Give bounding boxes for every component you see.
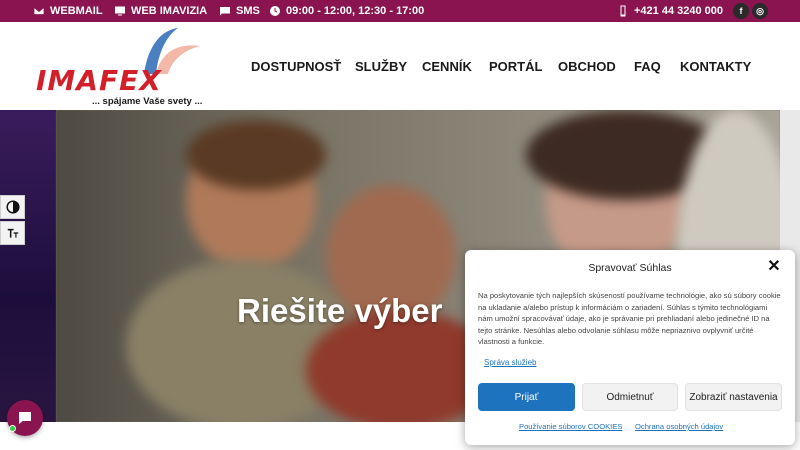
contrast-toggle-button[interactable] (0, 195, 25, 219)
contrast-icon (5, 200, 20, 214)
chat-icon (19, 412, 31, 424)
webmail-link[interactable]: WEBMAIL (33, 0, 103, 22)
text-size-icon (7, 228, 18, 238)
manage-services-link[interactable]: Správa služieb (484, 358, 536, 367)
hero-side-panel (0, 110, 56, 422)
facebook-icon[interactable]: f (733, 3, 749, 19)
nav-cennik[interactable]: CENNÍK (422, 59, 472, 74)
opening-hours: 09:00 - 12:00, 12:30 - 17:00 (269, 0, 424, 22)
deny-button[interactable]: Odmietnuť (582, 383, 678, 411)
logo-text: IMAFEX (36, 64, 162, 97)
envelope-icon (33, 7, 45, 15)
imafex-logo[interactable]: IMAFEX ... spájame Vaše svety ... (36, 24, 216, 108)
phone-label: +421 44 3240 000 (634, 5, 724, 17)
privacy-policy-link[interactable]: Ochrana osobných údajov (635, 422, 723, 431)
nav-dostupnost[interactable]: DOSTUPNOSŤ (251, 59, 341, 74)
close-icon[interactable]: ✕ (767, 259, 781, 275)
person-left-hair (186, 120, 326, 190)
online-status-dot (9, 425, 16, 432)
phone-link[interactable]: +421 44 3240 000 (617, 0, 723, 22)
nav-kontakty[interactable]: KONTAKTY (680, 59, 751, 74)
monitor-icon (115, 6, 125, 16)
clock-icon (270, 6, 280, 16)
nav-sluzby[interactable]: SLUŽBY (355, 59, 407, 74)
cookie-modal-title: Spravovať Súhlas (588, 262, 672, 274)
web-imavizia-link[interactable]: WEB IMAVIZIA (114, 0, 207, 22)
instagram-icon[interactable]: ◎ (752, 3, 768, 19)
webmail-label: WEBMAIL (50, 5, 103, 17)
message-icon (220, 7, 230, 16)
view-settings-button[interactable]: Zobraziť nastavenia (685, 383, 782, 411)
cookie-description: Na poskytovanie tých najlepších skúsenos… (478, 291, 781, 346)
top-bar: WEBMAIL WEB IMAVIZIA SMS 09:00 - 12:00, … (0, 0, 800, 22)
sms-link[interactable]: SMS (219, 0, 260, 22)
cookie-consent-modal: Spravovať Súhlas ✕ Na poskytovanie tých … (465, 250, 795, 445)
accept-button[interactable]: Prijať (478, 383, 575, 411)
sms-label: SMS (236, 5, 260, 17)
nav-obchod[interactable]: OBCHOD (558, 59, 616, 74)
hero-title: Riešite výber (237, 292, 443, 329)
logo-tagline: ... spájame Vaše svety ... (92, 96, 203, 107)
nav-portal[interactable]: PORTÁL (489, 59, 542, 74)
nav-faq[interactable]: FAQ (634, 59, 661, 74)
cookie-policy-link[interactable]: Používanie súborov COOKIES (519, 422, 622, 431)
web-imavizia-label: WEB IMAVIZIA (131, 5, 208, 17)
hours-label: 09:00 - 12:00, 12:30 - 17:00 (286, 5, 425, 17)
site-header: IMAFEX ... spájame Vaše svety ... DOSTUP… (0, 22, 800, 110)
font-size-button[interactable] (0, 221, 25, 245)
phone-icon (620, 5, 626, 17)
